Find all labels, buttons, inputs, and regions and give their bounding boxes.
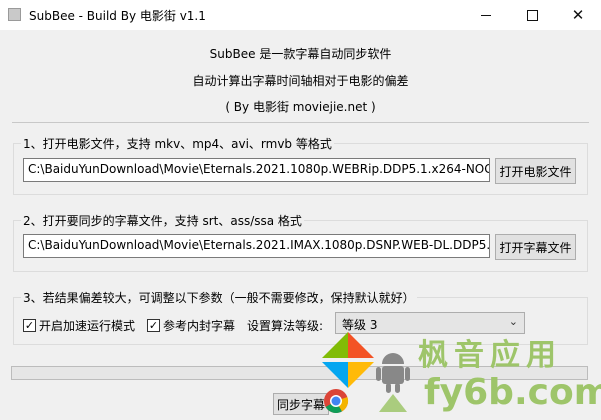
watermark-chrome-icon: [324, 389, 349, 414]
close-icon: ✕: [571, 5, 585, 24]
watermark-android-icon: [376, 353, 410, 412]
maximize-icon: [526, 9, 538, 21]
window-title: SubBee - Build By 电影街 v1.1: [29, 9, 206, 23]
app-icon: [8, 8, 21, 21]
movie-file-group-title: 1、打开电影文件，支持 mkv、mp4、avi、rmvb 等格式: [21, 135, 334, 152]
close-button[interactable]: ✕: [555, 0, 601, 30]
app-subdescription: 自动计算出字幕时间轴相对于电影的偏差: [192, 74, 409, 88]
checkbox-check-icon: ✓: [23, 318, 36, 332]
app-description: SubBee 是一款字幕自动同步软件: [209, 47, 392, 61]
maximize-button[interactable]: [509, 0, 555, 30]
movie-path-input[interactable]: C:\BaiduYunDownload\Movie\Eternals.2021.…: [23, 158, 490, 182]
algorithm-level-label: 设置算法等级:: [247, 319, 324, 333]
subtitle-file-group-title: 2、打开要同步的字幕文件，支持 srt、ass/ssa 格式: [21, 212, 304, 229]
parameters-group-title: 3、若结果偏差较大，可调整以下参数（一般不需要修改，保持默认就好）: [21, 289, 417, 306]
open-subtitle-button[interactable]: 打开字幕文件: [495, 234, 576, 260]
accelerate-mode-checkbox[interactable]: ✓ 开启加速运行模式: [23, 316, 135, 334]
app-credit: ( By 电影街 moviejie.net ): [225, 100, 376, 114]
watermark-brand-cn: 枫音应用: [418, 338, 562, 373]
minimize-button[interactable]: [463, 0, 509, 30]
embedded-subtitle-label: 参考内封字幕: [163, 318, 236, 333]
checkbox-check-icon: ✓: [147, 318, 160, 332]
sync-subtitle-button[interactable]: 同步字幕: [273, 393, 329, 415]
accelerate-mode-label: 开启加速运行模式: [39, 318, 136, 333]
watermark-logo-icon: [322, 332, 374, 388]
embedded-subtitle-checkbox[interactable]: ✓ 参考内封字幕: [147, 316, 235, 334]
header-divider: [12, 122, 589, 123]
subtitle-path-input[interactable]: C:\BaiduYunDownload\Movie\Eternals.2021.…: [23, 234, 490, 258]
minimize-icon: [481, 14, 491, 16]
watermark-brand-en: fy6b.com: [424, 372, 601, 413]
open-movie-button[interactable]: 打开电影文件: [495, 158, 576, 184]
chevron-down-icon: ⌄: [508, 315, 518, 328]
title-bar: SubBee - Build By 电影街 v1.1 ✕: [0, 0, 601, 30]
